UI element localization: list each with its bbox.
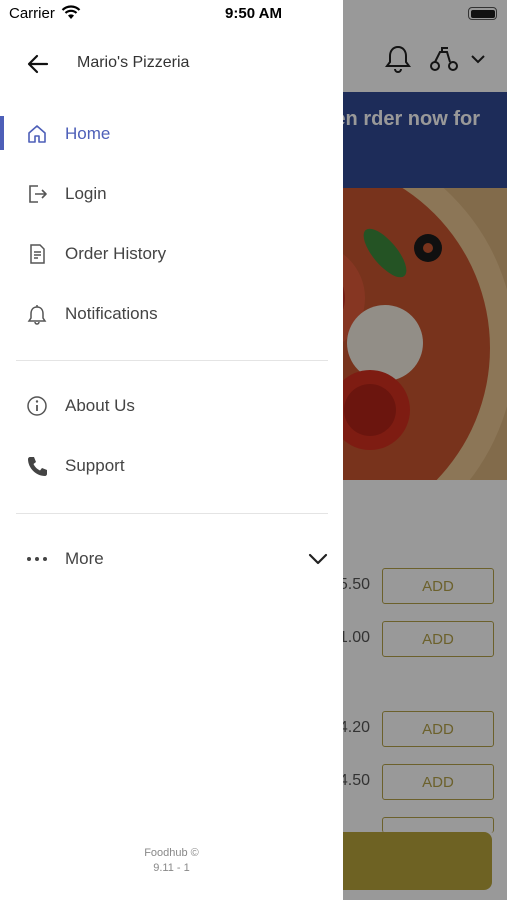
more-dots-icon [25,547,49,571]
active-indicator [0,116,4,150]
drawer-divider [16,360,328,361]
drawer-item-more[interactable]: More [0,533,343,585]
order-history-icon [25,242,49,266]
drawer-item-login[interactable]: Login [0,168,343,220]
home-icon [25,122,49,146]
footer-copyright: Foodhub © [144,847,199,859]
drawer-item-home[interactable]: Home [0,108,343,160]
drawer-item-label: Support [65,456,125,475]
info-icon [25,394,49,418]
battery-icon [468,7,497,20]
status-time: 9:50 AM [225,5,282,22]
drawer-item-label: About Us [65,396,135,415]
drawer-header: Mario's Pizzeria [0,28,343,98]
chevron-down-icon[interactable] [306,547,330,571]
drawer-item-label: Notifications [65,304,158,323]
drawer-item-label: Home [65,124,111,143]
footer-version: 9.11 - 1 [153,862,190,874]
restaurant-name: Mario's Pizzeria [77,54,190,71]
bell-icon [25,302,49,326]
navigation-drawer: Mario's Pizzeria Home Login Order Histor… [0,0,343,900]
back-arrow-icon[interactable] [22,50,54,78]
drawer-item-notifications[interactable]: Notifications [0,288,343,340]
status-bar: Carrier 9:50 AM [0,0,507,28]
drawer-item-label: Login [65,184,107,203]
drawer-item-about-us[interactable]: About Us [0,380,343,432]
drawer-item-label: Order History [65,244,167,263]
drawer-item-label: More [65,549,104,568]
phone-icon [25,454,49,478]
drawer-divider [16,513,328,514]
drawer-footer: Foodhub © 9.11 - 1 [0,846,343,876]
drawer-item-order-history[interactable]: Order History [0,228,343,280]
login-icon [25,182,49,206]
drawer-item-support[interactable]: Support [0,440,343,492]
